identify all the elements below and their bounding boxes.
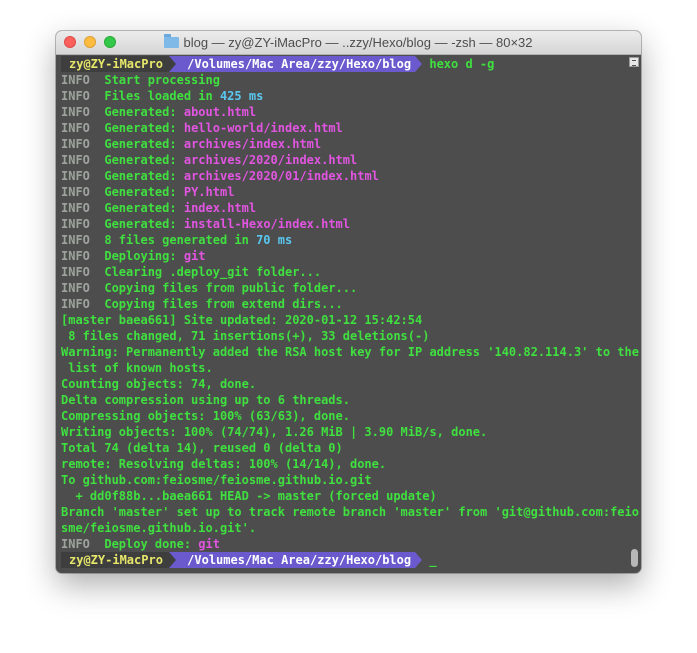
log-level: INFO xyxy=(61,537,90,551)
window-title-text: blog — zy@ZY-iMacPro — ..zzy/Hexo/blog —… xyxy=(183,35,533,50)
git-output-line: Delta compression using up to 6 threads. xyxy=(61,393,350,407)
log-highlight: archives/index.html xyxy=(183,137,322,151)
scrollbar[interactable] xyxy=(631,549,638,567)
log-text: Generated: xyxy=(104,137,184,151)
terminal-window[interactable]: blog — zy@ZY-iMacPro — ..zzy/Hexo/blog —… xyxy=(56,31,641,573)
git-output-line: sme/feiosme.github.io.git'. xyxy=(61,521,257,535)
git-output-line: Counting objects: 74, done. xyxy=(61,377,257,391)
log-text: Generated: xyxy=(104,201,184,215)
log-line: INFO Start processing xyxy=(61,72,627,88)
git-output-line: 8 files changed, 71 insertions(+), 33 de… xyxy=(61,329,430,343)
log-level: INFO xyxy=(61,201,90,215)
log-text: Generated: xyxy=(104,169,184,183)
log-text: Copying files from extend dirs... xyxy=(104,297,343,311)
log-text: Deploy done: xyxy=(104,537,199,551)
deploy-done-line: INFO Deploy done: git xyxy=(61,536,627,552)
command-text: hexo d -g xyxy=(429,57,495,71)
log-highlight: install-Hexo/index.html xyxy=(183,217,351,231)
log-text: Generated: xyxy=(104,121,184,135)
log-line: INFO Generated: archives/2020/index.html xyxy=(61,152,627,168)
git-output: [master baea661] Site updated: 2020-01-1… xyxy=(61,312,639,536)
git-output-line: remote: Resolving deltas: 100% (14/14), … xyxy=(61,457,387,471)
log-text: Start processing xyxy=(104,73,220,87)
git-output-line: [master baea661] Site updated: 2020-01-1… xyxy=(61,313,423,327)
log-highlight: hello-world/index.html xyxy=(183,121,343,135)
prompt-user: zy@ZY-iMacPro xyxy=(61,56,169,72)
log-level: INFO xyxy=(61,185,90,199)
log-text: Generated: xyxy=(104,153,184,167)
prompt-line-current: zy@ZY-iMacPro /Volumes/Mac Area/zzy/Hexo… xyxy=(61,552,627,568)
log-text: Clearing .deploy_git folder... xyxy=(104,265,322,279)
log-text: 8 files generated in xyxy=(104,233,257,247)
log-highlight: archives/2020/index.html xyxy=(183,153,358,167)
log-line: INFO 8 files generated in 70 ms xyxy=(61,232,627,248)
log-level: INFO xyxy=(61,169,90,183)
log-level: INFO xyxy=(61,217,90,231)
log-highlight: git xyxy=(198,537,220,551)
log-highlight: about.html xyxy=(183,105,257,119)
log-highlight: 70 ms xyxy=(256,233,293,247)
log-line: INFO Deploying: git xyxy=(61,248,627,264)
git-output-line: + dd0f88b...baea661 HEAD -> master (forc… xyxy=(61,489,437,503)
log-line: INFO Generated: index.html xyxy=(61,200,627,216)
log-line: INFO Generated: hello-world/index.html xyxy=(61,120,627,136)
log-level: INFO xyxy=(61,233,90,247)
git-output-line: Compressing objects: 100% (63/63), done. xyxy=(61,409,350,423)
folder-icon xyxy=(164,34,180,48)
log-line: INFO Generated: archives/index.html xyxy=(61,136,627,152)
log-text: Files loaded in xyxy=(104,89,220,103)
terminal-output[interactable]: zy@ZY-iMacPro /Volumes/Mac Area/zzy/Hexo… xyxy=(56,55,641,573)
log-level: INFO xyxy=(61,105,90,119)
log-output: INFO Start processing INFO Files loaded i… xyxy=(61,72,627,312)
git-output-line: To github.com:feiosme/feiosme.github.io.… xyxy=(61,473,372,487)
log-level: INFO xyxy=(61,249,90,263)
title-bar[interactable]: blog — zy@ZY-iMacPro — ..zzy/Hexo/blog —… xyxy=(56,31,641,55)
window-title: blog — zy@ZY-iMacPro — ..zzy/Hexo/blog —… xyxy=(56,31,641,54)
log-highlight: index.html xyxy=(183,201,257,215)
log-text: Generated: xyxy=(104,185,184,199)
cursor: _ xyxy=(429,553,437,567)
marks-icon[interactable] xyxy=(629,57,639,67)
log-level: INFO xyxy=(61,153,90,167)
git-output-line: Branch 'master' set up to track remote b… xyxy=(61,505,639,519)
log-text: Copying files from public folder... xyxy=(104,281,358,295)
log-highlight: PY.html xyxy=(183,185,235,199)
log-text: Deploying: xyxy=(104,249,184,263)
log-level: INFO xyxy=(61,297,90,311)
log-line: INFO Generated: PY.html xyxy=(61,184,627,200)
log-line: INFO Generated: about.html xyxy=(61,104,627,120)
log-line: INFO Files loaded in 425 ms xyxy=(61,88,627,104)
log-level: INFO xyxy=(61,121,90,135)
log-line: INFO Generated: archives/2020/01/index.h… xyxy=(61,168,627,184)
log-level: INFO xyxy=(61,281,90,295)
log-highlight: git xyxy=(183,249,206,263)
log-level: INFO xyxy=(61,137,90,151)
log-line: INFO Generated: install-Hexo/index.html xyxy=(61,216,627,232)
prompt-line: zy@ZY-iMacPro /Volumes/Mac Area/zzy/Hexo… xyxy=(61,56,627,72)
log-level: INFO xyxy=(61,73,90,87)
log-text: Generated: xyxy=(104,217,184,231)
git-output-line: Writing objects: 100% (74/74), 1.26 MiB … xyxy=(61,425,488,439)
log-line: INFO Copying files from extend dirs... xyxy=(61,296,627,312)
log-level: INFO xyxy=(61,265,90,279)
log-highlight: 425 ms xyxy=(219,89,264,103)
log-text: Generated: xyxy=(104,105,184,119)
git-output-line: list of known hosts. xyxy=(61,361,213,375)
prompt-user: zy@ZY-iMacPro xyxy=(61,552,169,568)
prompt-separator-icon xyxy=(168,552,176,568)
prompt-separator-icon xyxy=(168,56,176,72)
prompt-path: /Volumes/Mac Area/zzy/Hexo/blog xyxy=(175,56,416,72)
log-line: INFO Copying files from public folder... xyxy=(61,280,627,296)
git-output-line: Warning: Permanently added the RSA host … xyxy=(61,345,639,359)
git-output-line: Total 74 (delta 14), reused 0 (delta 0) xyxy=(61,441,343,455)
log-line: INFO Clearing .deploy_git folder... xyxy=(61,264,627,280)
log-highlight: archives/2020/01/index.html xyxy=(183,169,379,183)
prompt-path: /Volumes/Mac Area/zzy/Hexo/blog xyxy=(175,552,416,568)
log-level: INFO xyxy=(61,89,90,103)
